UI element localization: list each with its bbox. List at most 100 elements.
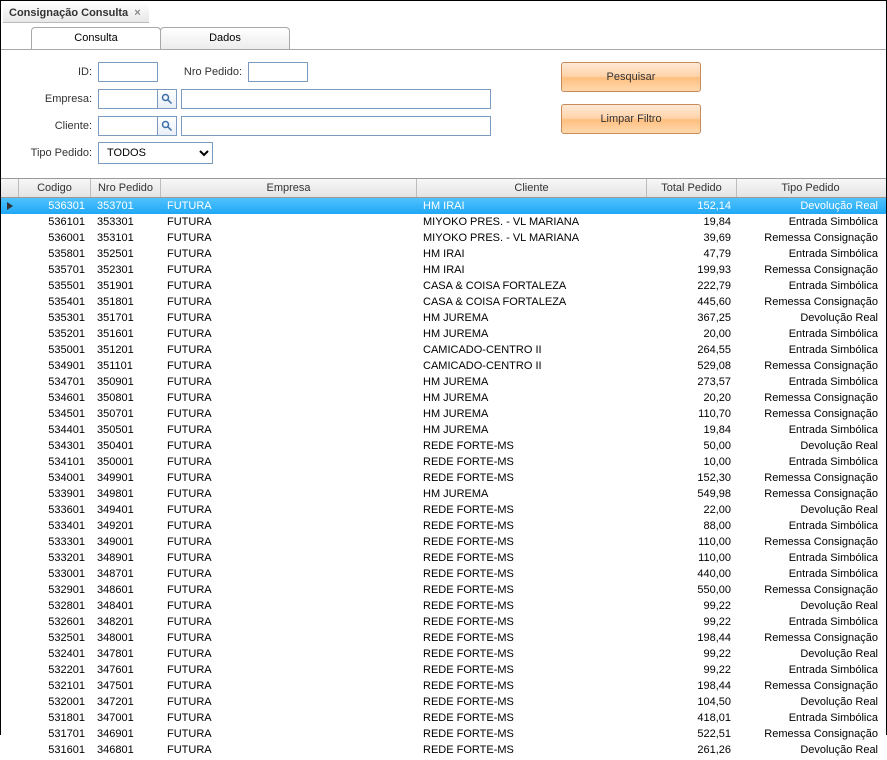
row-indicator <box>1 614 19 630</box>
cell-cliente: MIYOKO PRES. - VL MARIANA <box>417 214 647 230</box>
cell-total: 10,00 <box>647 454 737 470</box>
cliente-code-input[interactable] <box>98 116 158 136</box>
cell-total: 110,00 <box>647 534 737 550</box>
table-row[interactable]: 532901348601FUTURAREDE FORTE-MS550,00Rem… <box>1 582 886 598</box>
cell-empresa: FUTURA <box>161 310 417 326</box>
empresa-code-input[interactable] <box>98 89 158 109</box>
row-indicator <box>1 374 19 390</box>
cell-codigo: 532001 <box>19 694 91 710</box>
table-row[interactable]: 535701352301FUTURAHM IRAI199,93Remessa C… <box>1 262 886 278</box>
table-row[interactable]: 534701350901FUTURAHM JUREMA273,57Entrada… <box>1 374 886 390</box>
cell-empresa: FUTURA <box>161 358 417 374</box>
table-row[interactable]: 536001353101FUTURAMIYOKO PRES. - VL MARI… <box>1 230 886 246</box>
cell-empresa: FUTURA <box>161 470 417 486</box>
cell-cliente: REDE FORTE-MS <box>417 598 647 614</box>
table-row[interactable]: 534401350501FUTURAHM JUREMA19,84Entrada … <box>1 422 886 438</box>
cell-cliente: HM IRAI <box>417 246 647 262</box>
table-row[interactable]: 533901349801FUTURAHM JUREMA549,98Remessa… <box>1 486 886 502</box>
row-indicator <box>1 630 19 646</box>
cell-total: 550,00 <box>647 582 737 598</box>
table-row[interactable]: 535201351601FUTURAHM JUREMA20,00Entrada … <box>1 326 886 342</box>
col-cliente[interactable]: Cliente <box>417 179 647 197</box>
tipo-pedido-select[interactable]: TODOS <box>98 142 213 164</box>
table-row[interactable]: 533601349401FUTURAREDE FORTE-MS22,00Devo… <box>1 502 886 518</box>
table-row[interactable]: 535301351701FUTURAHM JUREMA367,25Devoluç… <box>1 310 886 326</box>
nro-pedido-input[interactable] <box>248 62 308 82</box>
cell-nro: 348901 <box>91 550 161 566</box>
row-indicator <box>1 310 19 326</box>
cliente-name-input[interactable] <box>181 116 491 136</box>
empresa-label: Empresa: <box>13 93 98 105</box>
cell-tipo: Remessa Consignação <box>737 358 884 374</box>
table-row[interactable]: 536101353301FUTURAMIYOKO PRES. - VL MARI… <box>1 214 886 230</box>
cell-nro: 349901 <box>91 470 161 486</box>
table-row[interactable]: 536301353701FUTURAHM IRAI152,14Devolução… <box>1 198 886 214</box>
cell-total: 20,00 <box>647 326 737 342</box>
current-row-icon <box>5 201 15 211</box>
cell-cliente: REDE FORTE-MS <box>417 630 647 646</box>
cell-nro: 347801 <box>91 646 161 662</box>
table-row[interactable]: 532401347801FUTURAREDE FORTE-MS99,22Devo… <box>1 646 886 662</box>
cell-cliente: CAMICADO-CENTRO II <box>417 342 647 358</box>
table-row[interactable]: 534901351101FUTURACAMICADO-CENTRO II529,… <box>1 358 886 374</box>
row-indicator <box>1 278 19 294</box>
cell-tipo: Devolução Real <box>737 646 884 662</box>
col-codigo[interactable]: Codigo <box>19 179 91 197</box>
cell-nro: 350401 <box>91 438 161 454</box>
cell-empresa: FUTURA <box>161 726 417 742</box>
col-tipo-pedido[interactable]: Tipo Pedido <box>737 179 884 197</box>
pesquisar-button[interactable]: Pesquisar <box>561 62 701 92</box>
cell-cliente: HM IRAI <box>417 198 647 214</box>
table-row[interactable]: 533001348701FUTURAREDE FORTE-MS440,00Ent… <box>1 566 886 582</box>
tab-consulta[interactable]: Consulta <box>31 27 161 49</box>
table-row[interactable]: 534601350801FUTURAHM JUREMA20,20Remessa … <box>1 390 886 406</box>
table-row[interactable]: 531801347001FUTURAREDE FORTE-MS418,01Ent… <box>1 710 886 726</box>
cell-tipo: Entrada Simbólica <box>737 214 884 230</box>
grid-body[interactable]: 536301353701FUTURAHM IRAI152,14Devolução… <box>1 198 886 760</box>
cell-tipo: Remessa Consignação <box>737 582 884 598</box>
empresa-name-input[interactable] <box>181 89 491 109</box>
table-row[interactable]: 534301350401FUTURAREDE FORTE-MS50,00Devo… <box>1 438 886 454</box>
cell-nro: 349201 <box>91 518 161 534</box>
table-row[interactable]: 535001351201FUTURACAMICADO-CENTRO II264,… <box>1 342 886 358</box>
cell-cliente: REDE FORTE-MS <box>417 694 647 710</box>
cell-total: 152,14 <box>647 198 737 214</box>
limpar-filtro-button[interactable]: Limpar Filtro <box>561 104 701 134</box>
cell-codigo: 533001 <box>19 566 91 582</box>
table-row[interactable]: 531601346801FUTURAREDE FORTE-MS261,26Dev… <box>1 742 886 758</box>
cell-tipo: Remessa Consignação <box>737 630 884 646</box>
table-row[interactable]: 532001347201FUTURAREDE FORTE-MS104,50Dev… <box>1 694 886 710</box>
tab-dados[interactable]: Dados <box>160 27 290 49</box>
cliente-lookup-button[interactable] <box>157 116 177 136</box>
table-row[interactable]: 532101347501FUTURAREDE FORTE-MS198,44Rem… <box>1 678 886 694</box>
table-row[interactable]: 532801348401FUTURAREDE FORTE-MS99,22Devo… <box>1 598 886 614</box>
cell-cliente: HM JUREMA <box>417 422 647 438</box>
table-row[interactable]: 533401349201FUTURAREDE FORTE-MS88,00Entr… <box>1 518 886 534</box>
table-row[interactable]: 533301349001FUTURAREDE FORTE-MS110,00Rem… <box>1 534 886 550</box>
table-row[interactable]: 532501348001FUTURAREDE FORTE-MS198,44Rem… <box>1 630 886 646</box>
cell-codigo: 534101 <box>19 454 91 470</box>
col-total-pedido[interactable]: Total Pedido <box>647 179 737 197</box>
table-row[interactable]: 534101350001FUTURAREDE FORTE-MS10,00Entr… <box>1 454 886 470</box>
close-icon[interactable]: × <box>134 7 140 19</box>
cell-tipo: Entrada Simbólica <box>737 326 884 342</box>
empresa-lookup-button[interactable] <box>157 89 177 109</box>
cell-total: 418,01 <box>647 710 737 726</box>
cell-codigo: 533901 <box>19 486 91 502</box>
cell-nro: 347001 <box>91 710 161 726</box>
table-row[interactable]: 531701346901FUTURAREDE FORTE-MS522,51Rem… <box>1 726 886 742</box>
table-row[interactable]: 535801352501FUTURAHM IRAI47,79Entrada Si… <box>1 246 886 262</box>
cell-empresa: FUTURA <box>161 518 417 534</box>
row-indicator <box>1 694 19 710</box>
table-row[interactable]: 532201347601FUTURAREDE FORTE-MS99,22Entr… <box>1 662 886 678</box>
table-row[interactable]: 534001349901FUTURAREDE FORTE-MS152,30Rem… <box>1 470 886 486</box>
table-row[interactable]: 535501351901FUTURACASA & COISA FORTALEZA… <box>1 278 886 294</box>
table-row[interactable]: 532601348201FUTURAREDE FORTE-MS99,22Entr… <box>1 614 886 630</box>
col-nro-pedido[interactable]: Nro Pedido <box>91 179 161 197</box>
col-empresa[interactable]: Empresa <box>161 179 417 197</box>
cell-cliente: REDE FORTE-MS <box>417 470 647 486</box>
table-row[interactable]: 535401351801FUTURACASA & COISA FORTALEZA… <box>1 294 886 310</box>
table-row[interactable]: 534501350701FUTURAHM JUREMA110,70Remessa… <box>1 406 886 422</box>
table-row[interactable]: 533201348901FUTURAREDE FORTE-MS110,00Ent… <box>1 550 886 566</box>
id-input[interactable] <box>98 62 158 82</box>
